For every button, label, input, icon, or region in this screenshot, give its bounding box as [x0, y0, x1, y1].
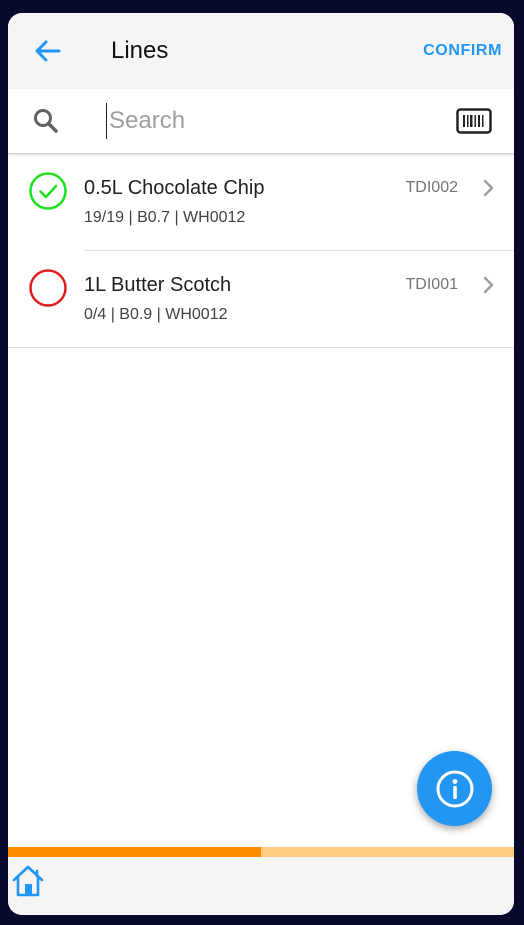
- chevron-right-icon: [483, 179, 494, 197]
- list-item[interactable]: 0.5L Chocolate Chip 19/19 | B0.7 | WH001…: [8, 154, 514, 251]
- barcode-scan-icon[interactable]: [456, 108, 492, 134]
- line-name: 1L Butter Scotch: [84, 274, 232, 296]
- back-button[interactable]: [30, 33, 66, 69]
- check-circle-icon: [29, 172, 67, 210]
- search-icon: [34, 109, 58, 133]
- info-icon: [436, 770, 473, 807]
- line-name: 0.5L Chocolate Chip: [84, 177, 265, 199]
- device-screen: Lines CONFIRM 0.5L Chocolate Chip 19/19 …: [8, 13, 514, 915]
- line-code: TDI002: [405, 179, 458, 196]
- line-code: TDI001: [405, 276, 458, 293]
- divider: [8, 347, 514, 348]
- progress-bar: [8, 847, 514, 857]
- app-bar: Lines CONFIRM: [8, 13, 514, 89]
- page-title: Lines: [111, 37, 169, 64]
- progress-fill: [8, 847, 261, 857]
- circle-outline-icon: [29, 269, 67, 307]
- info-button[interactable]: [417, 751, 492, 826]
- chevron-right-icon: [483, 276, 494, 294]
- bottom-bar: [8, 857, 514, 915]
- list-item[interactable]: 1L Butter Scotch 0/4 | B0.9 | WH0012 TDI…: [8, 251, 514, 348]
- arrow-left-icon: [35, 40, 61, 62]
- search-input[interactable]: [106, 103, 429, 139]
- lines-list: 0.5L Chocolate Chip 19/19 | B0.7 | WH001…: [8, 154, 514, 348]
- confirm-button[interactable]: CONFIRM: [423, 41, 502, 61]
- search-bar: [8, 89, 514, 154]
- line-details: 19/19 | B0.7 | WH0012: [84, 209, 246, 226]
- line-details: 0/4 | B0.9 | WH0012: [84, 306, 228, 323]
- home-icon[interactable]: [10, 863, 46, 899]
